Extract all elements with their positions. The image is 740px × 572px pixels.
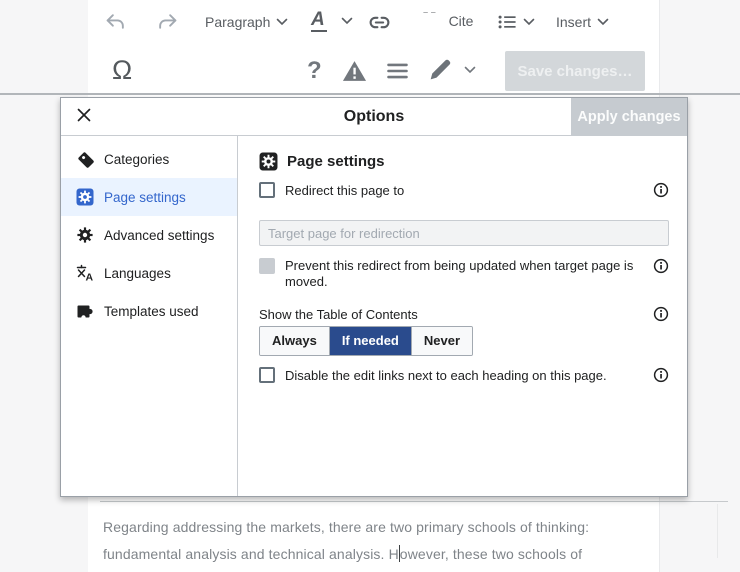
sidebar-item-label: Languages [104, 265, 171, 281]
toc-buttons-row: Always If needed Never [259, 326, 669, 356]
cite-label: Cite [448, 13, 474, 29]
sidebar-item-label: Templates used [104, 303, 199, 319]
toc-label-row: Show the Table of Contents [259, 306, 669, 322]
background-guide-line [717, 504, 718, 558]
sidebar-item-categories[interactable]: Categories [61, 140, 237, 178]
page-settings-badge-icon [76, 188, 94, 206]
toc-never-button[interactable]: Never [411, 327, 473, 355]
svg-text:A: A [86, 272, 94, 283]
toc-always-button[interactable]: Always [260, 327, 330, 355]
close-dialog-button[interactable] [61, 98, 107, 136]
pencil-icon [428, 58, 452, 82]
info-icon[interactable] [653, 182, 669, 198]
chevron-down-icon [464, 66, 476, 74]
dialog-header: Options Apply changes [61, 98, 687, 136]
background-box-edge [100, 501, 728, 502]
visual-editor-screen: Paragraph A “ Cite [0, 0, 740, 572]
paragraph-format-dropdown[interactable]: Paragraph [205, 14, 288, 30]
insert-dropdown[interactable]: Insert [556, 14, 609, 30]
chevron-down-icon [341, 17, 353, 25]
help-icon: ? [307, 57, 322, 84]
link-icon [368, 14, 391, 31]
paragraph-line-1: Regarding addressing the markets, there … [103, 519, 590, 535]
disable-edit-links-row: Disable the edit links next to each head… [259, 367, 669, 383]
sidebar-item-templates-used[interactable]: Templates used [61, 292, 237, 330]
panel-heading-label: Page settings [287, 153, 385, 170]
text-style-icon: A [311, 9, 327, 32]
info-icon[interactable] [653, 367, 669, 383]
save-changes-button[interactable]: Save changes… [505, 51, 645, 91]
page-settings-badge-icon [259, 152, 278, 171]
gear-icon [76, 226, 94, 244]
cite-button[interactable]: “ Cite [421, 12, 473, 30]
special-character-button[interactable]: Ω [112, 55, 132, 85]
notices-button[interactable] [342, 60, 367, 82]
close-icon [76, 107, 92, 128]
prevent-redirect-checkbox [259, 258, 275, 274]
bullet-list-icon [498, 14, 517, 30]
toc-label: Show the Table of Contents [259, 306, 418, 322]
toc-button-group: Always If needed Never [259, 326, 474, 356]
list-structure-dropdown[interactable] [498, 14, 535, 30]
warning-icon [342, 60, 367, 82]
puzzle-icon [76, 302, 94, 320]
sidebar-item-label: Page settings [104, 189, 186, 205]
disable-edit-links-label: Disable the edit links next to each head… [285, 367, 607, 383]
hamburger-menu-icon [386, 63, 409, 79]
sidebar-item-advanced-settings[interactable]: Advanced settings [61, 216, 237, 254]
apply-changes-button[interactable]: Apply changes [571, 98, 687, 136]
sidebar-item-label: Categories [104, 151, 170, 167]
prevent-redirect-row: Prevent this redirect from being updated… [259, 258, 669, 290]
tag-icon [76, 150, 94, 168]
options-dialog: Options Apply changes Categories Page se… [60, 97, 688, 497]
disable-edit-links-checkbox[interactable] [259, 367, 275, 383]
redirect-checkbox-label: Redirect this page to [285, 182, 405, 198]
redirect-input-row [259, 220, 669, 246]
chevron-down-icon [276, 18, 288, 26]
page-settings-panel: Page settings Redirect this page to Prev… [239, 136, 687, 496]
help-button[interactable]: ? [307, 57, 322, 85]
sidebar-item-label: Advanced settings [104, 227, 215, 243]
toc-if-needed-button[interactable]: If needed [329, 327, 412, 355]
page-options-menu-button[interactable] [386, 63, 409, 79]
editor-paragraph[interactable]: Regarding addressing the markets, there … [103, 514, 663, 568]
panel-heading: Page settings [259, 152, 669, 171]
redirect-target-input[interactable] [259, 220, 669, 246]
undo-icon [105, 13, 126, 30]
dialog-body: Categories Page settings Advanced settin… [61, 136, 687, 496]
sidebar-item-page-settings[interactable]: Page settings [61, 178, 237, 216]
paragraph-line-2: fundamental analysis and technical analy… [103, 545, 583, 562]
redirect-checkbox[interactable] [259, 182, 275, 198]
info-icon[interactable] [653, 258, 669, 274]
dialog-sidebar: Categories Page settings Advanced settin… [61, 136, 238, 496]
insert-label: Insert [556, 14, 592, 30]
paragraph-format-label: Paragraph [205, 14, 271, 30]
chevron-down-icon [523, 18, 535, 26]
quote-icon: “ [421, 12, 439, 30]
sidebar-item-languages[interactable]: A Languages [61, 254, 237, 292]
language-icon: A [76, 264, 94, 284]
redirect-row: Redirect this page to [259, 182, 669, 198]
redo-icon [157, 13, 178, 30]
editing-mode-dropdown[interactable] [428, 58, 476, 82]
undo-button[interactable] [105, 13, 126, 30]
link-button[interactable] [368, 14, 391, 31]
editor-toolbar: Paragraph A “ Cite [0, 0, 740, 95]
omega-icon: Ω [112, 55, 133, 85]
chevron-down-icon [597, 18, 609, 26]
redo-button[interactable] [157, 13, 178, 30]
prevent-redirect-label: Prevent this redirect from being updated… [285, 258, 634, 289]
info-icon[interactable] [653, 306, 669, 322]
text-style-dropdown[interactable]: A [311, 10, 353, 32]
